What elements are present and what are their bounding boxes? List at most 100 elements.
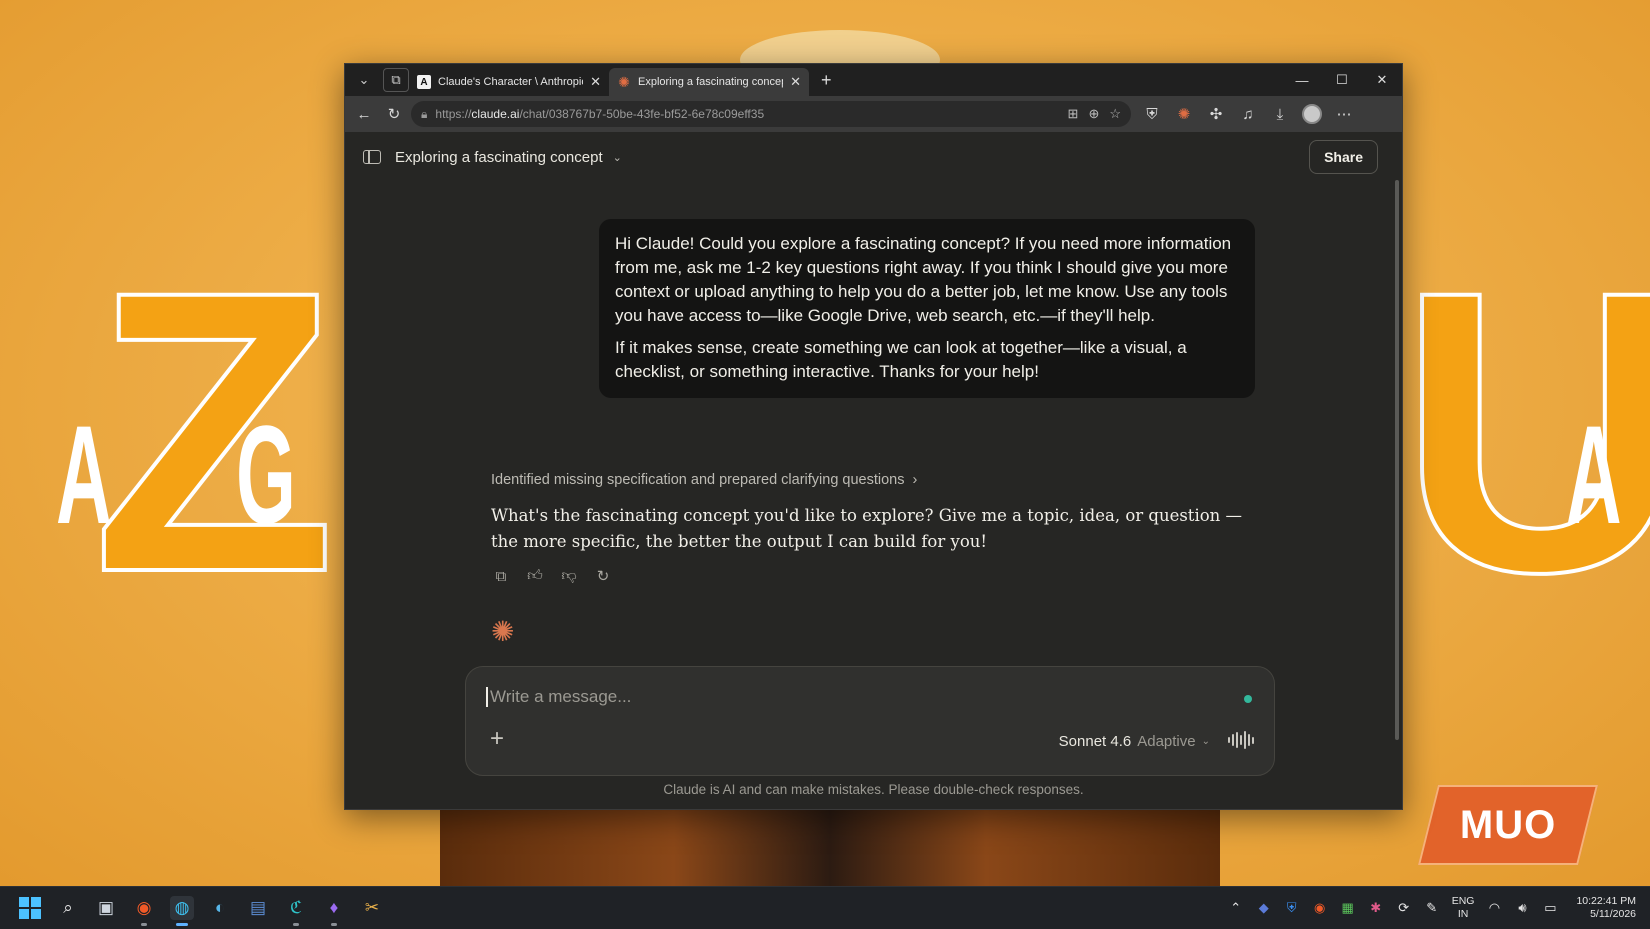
site-info-lock-icon[interactable]: 🔒︎ <box>421 107 427 122</box>
edge-browser-icon[interactable]: ◍ <box>170 896 194 926</box>
thumbs-down-icon[interactable]: 👎︎ <box>559 566 579 586</box>
clock-time: 10:22:41 PM <box>1576 895 1636 907</box>
wallpaper-letter-a-right: A <box>1566 396 1622 553</box>
language-code: ENG <box>1451 895 1475 907</box>
defender-shield-icon[interactable]: ⛨ <box>1284 900 1300 916</box>
model-selector[interactable]: Sonnet 4.6 Adaptive ⌄ <box>1059 733 1210 750</box>
assistant-message: What's the fascinating concept you'd lik… <box>491 506 1243 551</box>
chat-title[interactable]: Exploring a fascinating concept <box>395 149 603 166</box>
model-name: Sonnet 4.6 <box>1058 733 1132 750</box>
slack-icon[interactable]: ✱ <box>1368 900 1384 916</box>
purple-app-icon[interactable]: ♦ <box>322 896 346 926</box>
favorites-collection-icon[interactable]: ♫ <box>1235 101 1261 127</box>
clock[interactable]: 10:22:41 PM 5/11/2026 <box>1576 895 1636 921</box>
voice-mode-icon[interactable] <box>1228 731 1254 749</box>
chevron-down-icon[interactable]: ⌄ <box>613 151 622 164</box>
wallpaper-letter-a-left: A <box>56 396 112 553</box>
battery-icon[interactable]: ▭ <box>1542 900 1558 916</box>
file-explorer-icon[interactable]: ▤ <box>246 896 270 920</box>
sidebar-toggle-icon[interactable] <box>363 150 381 164</box>
weather-globe-icon[interactable]: ◐ <box>208 896 232 920</box>
minimize-icon[interactable]: — <box>1282 64 1322 96</box>
muo-watermark-logo: MUO <box>1418 785 1598 865</box>
maximize-icon[interactable]: ☐ <box>1322 64 1362 96</box>
muo-watermark-text: MUO <box>1459 802 1557 847</box>
copy-icon[interactable]: ⧉ <box>491 566 511 586</box>
app-available-icon[interactable]: ⊞ <box>1068 106 1079 122</box>
search-icon[interactable]: ⌕ <box>56 896 80 920</box>
region-code: IN <box>1457 908 1469 920</box>
chrome-browser-icon[interactable]: ◉ <box>132 896 156 926</box>
user-message-paragraph: Hi Claude! Could you explore a fascinati… <box>615 234 1232 325</box>
tray-app-icon[interactable]: ◆ <box>1256 900 1272 916</box>
tab-exploring-concept[interactable]: ✺ Exploring a fascinating concept - C ✕ <box>609 68 809 96</box>
message-composer: + Sonnet 4.6 Adaptive ⌄ <box>465 666 1275 776</box>
thumbs-up-icon[interactable]: 👍︎ <box>525 566 545 586</box>
chrome-tray-icon[interactable]: ◉ <box>1312 900 1328 916</box>
wallpaper-letter-z: Z <box>90 208 338 655</box>
workspaces-icon[interactable]: ⧉ <box>383 68 409 92</box>
extensions-puzzle-icon[interactable]: ✣ <box>1203 101 1229 127</box>
tab-actions-chevron-icon[interactable]: ⌄ <box>351 68 377 92</box>
taskbar-apps: ⌕ ▣ ◉ ◍ ◐ ▤ ℭ ♦ ✂ <box>18 896 384 926</box>
disclaimer-text: Claude is AI and can make mistakes. Plea… <box>663 782 1084 797</box>
volume-icon[interactable]: 🔊︎ <box>1514 900 1530 916</box>
message-actions: ⧉ 👍︎ 👎︎ ↻ <box>491 566 613 586</box>
wallpaper-letter-g: G <box>236 396 296 553</box>
start-windows-icon[interactable] <box>18 896 42 920</box>
claude-spark-icon: ✺ <box>618 73 630 90</box>
clock-date: 5/11/2026 <box>1590 908 1636 920</box>
new-tab-plus-icon[interactable]: + <box>821 70 832 91</box>
anthropic-logo-icon: A <box>417 75 431 89</box>
notification-icon[interactable]: ✎ <box>1424 900 1440 916</box>
more-menu-icon[interactable]: ⋯ <box>1331 101 1357 127</box>
add-attachment-plus-icon[interactable]: + <box>490 727 504 751</box>
url-scheme: https:// <box>435 107 472 121</box>
close-tab-icon[interactable]: ✕ <box>790 74 801 90</box>
shield-extension-icon[interactable]: ⛨ <box>1139 101 1165 127</box>
performance-monitor-icon[interactable]: ▦ <box>1340 900 1356 916</box>
language-indicator[interactable]: ENG IN <box>1452 895 1475 921</box>
tab-title: Exploring a fascinating concept - C <box>638 76 783 88</box>
system-tray: ⌃ ◆ ⛨ ◉ ▦ ✱ ⟳ ✎ ENG IN ◠ 🔊︎ ▭ 10:22:41 P… <box>1228 895 1636 921</box>
window-controls: — ☐ ✕ <box>1282 64 1402 96</box>
url-host: claude.ai <box>471 107 520 121</box>
close-window-icon[interactable]: ✕ <box>1362 64 1402 96</box>
message-input[interactable] <box>486 687 1186 707</box>
retry-icon[interactable]: ↻ <box>593 566 613 586</box>
tab-title: Claude's Character \ Anthropic <box>438 76 584 88</box>
back-arrow-icon[interactable]: ← <box>351 101 377 127</box>
url-path: /chat/038767b7-50be-43fe-bf52-6e78c09eff… <box>519 107 765 121</box>
downloads-icon[interactable]: ⤓ <box>1267 101 1293 127</box>
user-message-bubble: Hi Claude! Could you explore a fascinati… <box>599 219 1255 398</box>
wifi-icon[interactable]: ◠ <box>1486 900 1502 916</box>
snipping-tool-icon[interactable]: ✂ <box>360 896 384 920</box>
page-scrollbar[interactable] <box>1395 180 1399 740</box>
address-bar[interactable]: 🔒︎ https://claude.ai/chat/038767b7-50be-… <box>411 101 1131 127</box>
user-message-paragraph: If it makes sense, create something we c… <box>615 338 1187 381</box>
chevron-right-icon: › <box>912 472 918 488</box>
windows-taskbar: ⌕ ▣ ◉ ◍ ◐ ▤ ℭ ♦ ✂ ⌃ ◆ ⛨ ◉ ▦ ✱ ⟳ ✎ ENG IN… <box>0 886 1650 929</box>
chevron-down-icon: ⌄ <box>1201 736 1210 747</box>
model-mode: Adaptive <box>1137 733 1196 750</box>
tab-claudes-character[interactable]: A Claude's Character \ Anthropic ✕ <box>409 68 609 96</box>
address-bar-actions: ⊞ ⊕ ☆ <box>1068 106 1121 122</box>
claude-spark-icon: ✺ <box>491 616 515 647</box>
zoom-icon[interactable]: ⊕ <box>1088 106 1099 122</box>
favorite-star-icon[interactable]: ☆ <box>1109 106 1121 122</box>
sync-icon[interactable]: ⟳ <box>1396 900 1412 916</box>
task-view-icon[interactable]: ▣ <box>94 896 118 920</box>
chat-page: Exploring a fascinating concept ⌄ Share … <box>345 132 1402 809</box>
share-button[interactable]: Share <box>1309 140 1378 174</box>
url-text: https://claude.ai/chat/038767b7-50be-43f… <box>435 107 764 121</box>
extensions-area: ⛨ ✺ ✣ ♫ ⤓ ⋯ <box>1139 101 1357 127</box>
thinking-summary-toggle[interactable]: Identified missing specification and pre… <box>491 472 917 488</box>
show-hidden-icons-chevron-icon[interactable]: ⌃ <box>1228 900 1244 916</box>
refresh-icon[interactable]: ↻ <box>381 101 407 127</box>
profile-avatar[interactable] <box>1299 101 1325 127</box>
close-tab-icon[interactable]: ✕ <box>590 74 601 90</box>
copilot-app-icon[interactable]: ℭ <box>284 896 308 926</box>
tab-strip: ⌄ ⧉ A Claude's Character \ Anthropic ✕ ✺… <box>345 64 1402 96</box>
claude-extension-icon[interactable]: ✺ <box>1171 101 1197 127</box>
avatar <box>1302 104 1322 124</box>
